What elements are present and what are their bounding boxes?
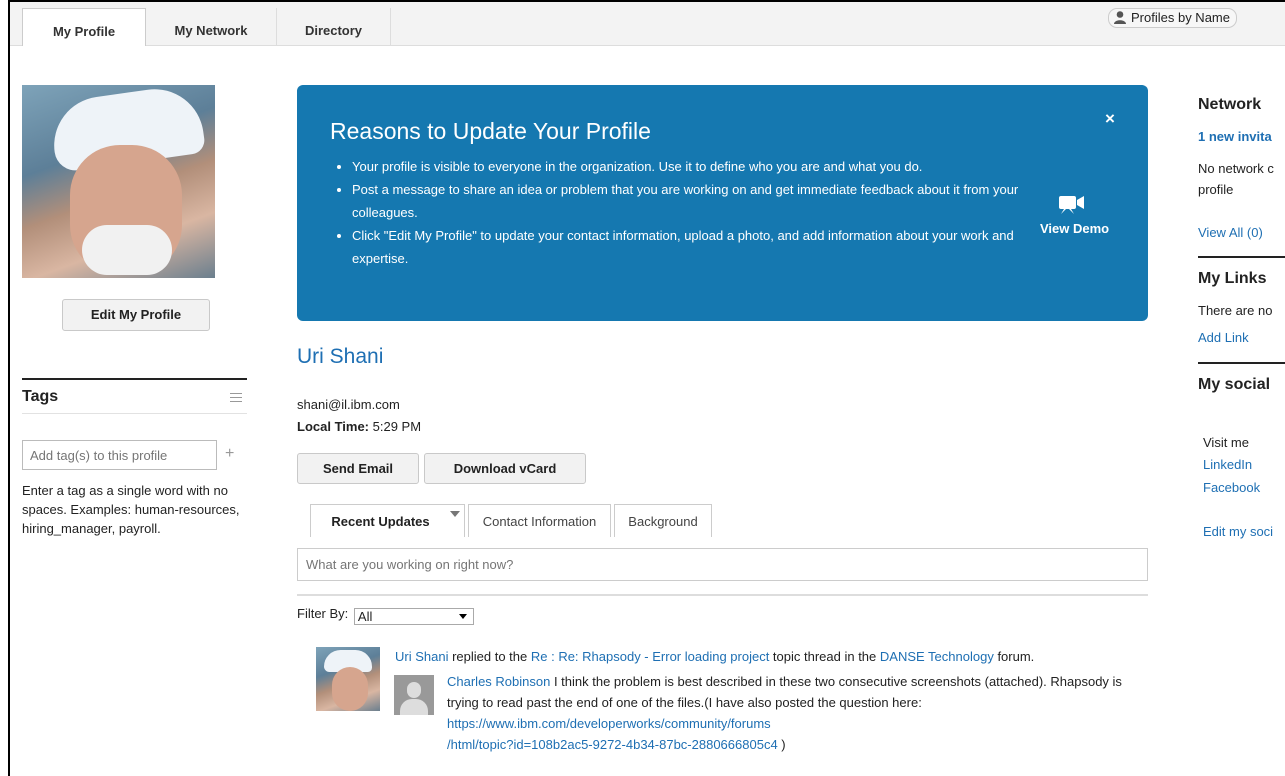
feed-text: forum. [993, 649, 1035, 664]
local-time-value: 5:29 PM [372, 419, 422, 434]
hamburger-menu-icon[interactable] [230, 390, 242, 405]
divider [1198, 362, 1285, 364]
banner-bullet: Click "Edit My Profile" to update your c… [352, 224, 1042, 270]
banner-bullet: Post a message to share an idea or probl… [352, 178, 1042, 224]
tag-help-text: Enter a tag as a single word with no spa… [22, 483, 240, 536]
tag-input[interactable] [22, 440, 217, 470]
filter-bar: Filter By: All [297, 606, 474, 625]
edit-my-profile-button[interactable]: Edit My Profile [62, 299, 210, 331]
no-network-text: profile [1198, 182, 1234, 197]
video-camera-icon[interactable] [1059, 193, 1085, 215]
person-icon [1114, 11, 1126, 24]
send-email-button[interactable]: Send Email [297, 453, 419, 484]
top-navigation: My Profile My Network Directory Profiles… [10, 2, 1285, 46]
tab-directory[interactable]: Directory [277, 8, 391, 45]
feed-avatar[interactable] [316, 647, 380, 711]
add-link[interactable]: Add Link [1198, 328, 1249, 347]
my-links-title: My Links [1198, 270, 1267, 287]
view-demo-link[interactable]: View Demo [1040, 221, 1109, 236]
tab-recent-updates[interactable]: Recent Updates [310, 504, 465, 537]
divider [297, 594, 1148, 596]
linkedin-link[interactable]: LinkedIn [1203, 455, 1252, 474]
divider [1198, 256, 1285, 258]
local-time-label: Local Time: [297, 419, 370, 434]
network-title: Network [1198, 96, 1262, 113]
reply-avatar[interactable] [394, 675, 434, 715]
my-social-title: My social [1198, 376, 1271, 393]
filter-select[interactable]: All [353, 608, 474, 625]
feed-topic-link[interactable]: Re : Re: Rhapsody - Error loading projec… [531, 649, 769, 664]
download-vcard-button[interactable]: Download vCard [424, 453, 586, 484]
local-time: Local Time: 5:29 PM [297, 419, 421, 434]
divider [22, 413, 247, 414]
feed-text: topic thread in the [769, 649, 880, 664]
feed-forum-link[interactable]: DANSE Technology [880, 649, 994, 664]
tab-label: Recent Updates [331, 514, 430, 529]
profile-email[interactable]: shani@il.ibm.com [297, 397, 400, 412]
reply-url-link[interactable]: /html/topic?id=108b2ac5-9272-4b34-87bc-2… [447, 737, 778, 752]
tab-my-network[interactable]: My Network [146, 8, 277, 45]
view-all-link[interactable]: View All (0) [1198, 223, 1263, 242]
profiles-by-name-label: Profiles by Name [1131, 10, 1230, 25]
page-frame: My Profile My Network Directory Profiles… [8, 0, 1285, 776]
reply-text: Charles Robinson I think the problem is … [447, 671, 1127, 755]
profile-name: Uri Shani [297, 345, 384, 368]
banner-title: Reasons to Update Your Profile [330, 118, 651, 144]
update-profile-banner: Reasons to Update Your Profile Your prof… [297, 85, 1148, 321]
profile-photo [22, 85, 215, 278]
chevron-down-icon [458, 614, 467, 619]
tab-my-profile[interactable]: My Profile [22, 8, 146, 46]
feed-text: replied to the [448, 649, 531, 664]
status-input[interactable] [297, 548, 1148, 581]
edit-social-link[interactable]: Edit my soci [1203, 522, 1273, 541]
tags-title: Tags [22, 378, 247, 406]
facebook-link[interactable]: Facebook [1203, 478, 1260, 497]
reply-url-link[interactable]: https://www.ibm.com/developerworks/commu… [447, 716, 771, 731]
filter-label: Filter By: [297, 606, 349, 621]
banner-bullets: Your profile is visible to everyone in t… [330, 155, 1042, 270]
banner-bullet: Your profile is visible to everyone in t… [352, 155, 1042, 178]
invitation-link[interactable]: 1 new invita [1198, 127, 1272, 146]
no-links-text: There are no [1198, 303, 1273, 318]
chevron-down-icon[interactable] [450, 511, 460, 517]
tab-contact-information[interactable]: Contact Information [468, 504, 611, 537]
tab-background[interactable]: Background [614, 504, 712, 537]
visit-me-text: Visit me [1203, 435, 1249, 450]
reply-end: ) [777, 737, 786, 752]
feed-actor-link[interactable]: Uri Shani [395, 649, 448, 664]
profiles-by-name-button[interactable]: Profiles by Name [1108, 8, 1237, 28]
add-tag-plus-icon[interactable]: + [225, 445, 234, 463]
close-icon[interactable]: × [1105, 109, 1115, 129]
reply-author-link[interactable]: Charles Robinson [447, 674, 550, 689]
no-network-text: No network c [1198, 161, 1274, 176]
feed-entry-text: Uri Shani replied to the Re : Re: Rhapso… [395, 649, 1034, 664]
filter-value: All [357, 609, 373, 624]
